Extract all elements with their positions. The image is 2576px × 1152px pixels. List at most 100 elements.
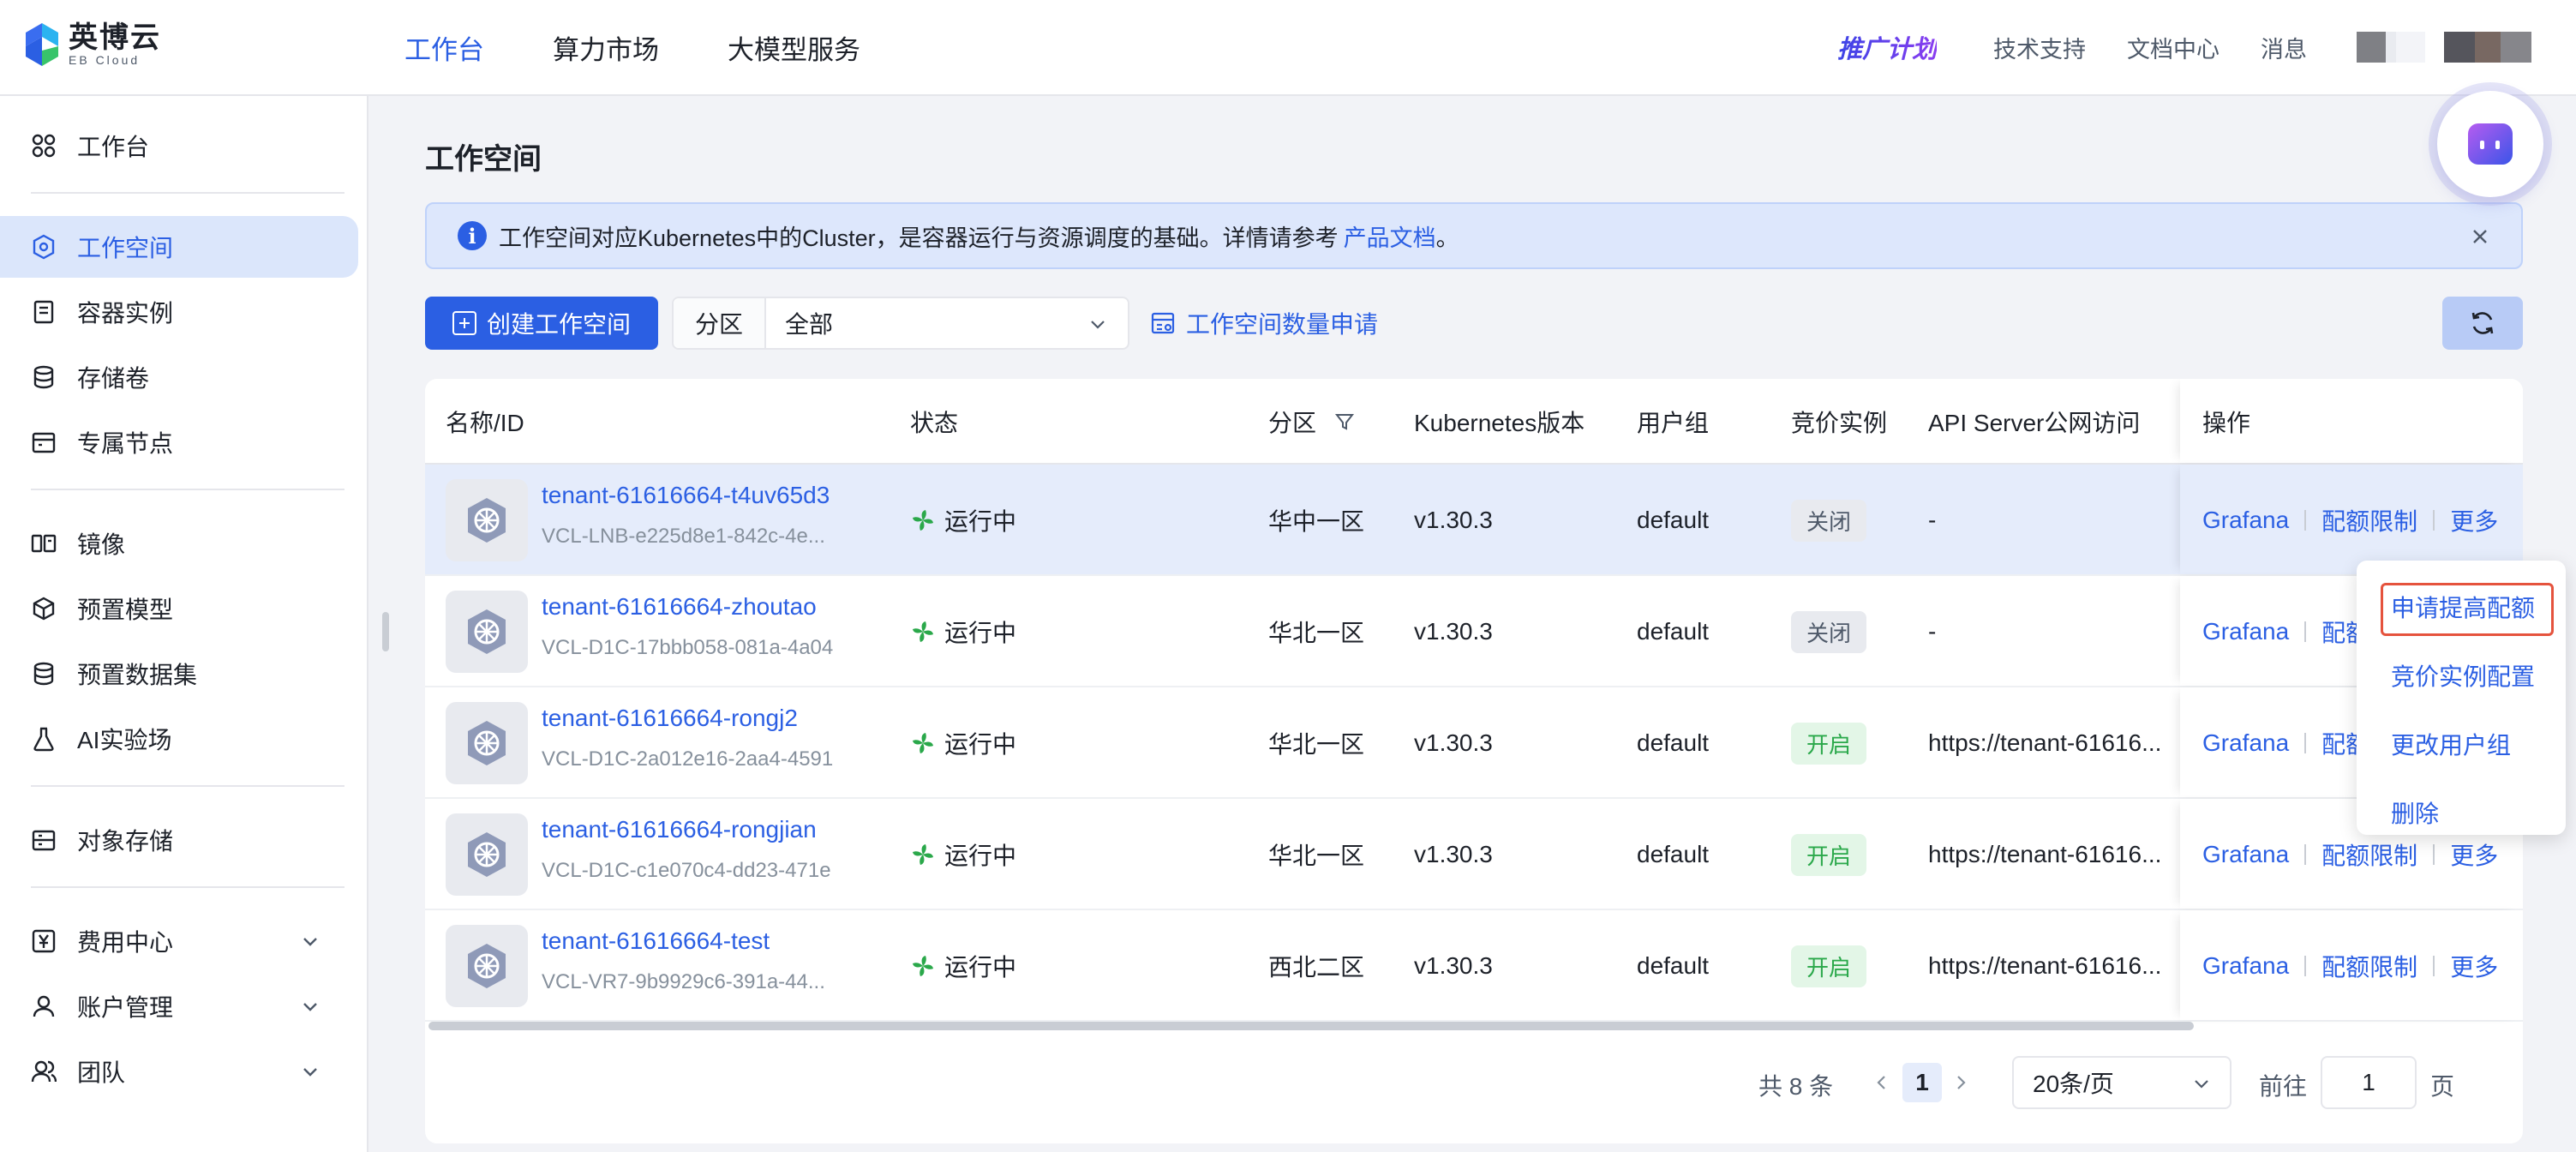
table-row[interactable]: tenant-61616664-rongj2 VCL-D1C-2a012e16-2… xyxy=(425,687,2523,799)
workspace-name-link[interactable]: tenant-61616664-rongjian xyxy=(542,816,831,843)
sidebar-item-dedicated-node[interactable]: 专属节点 xyxy=(0,411,358,473)
page-number-current[interactable]: 1 xyxy=(1902,1063,1942,1102)
product-docs-link[interactable]: 产品文档 xyxy=(1344,219,1436,253)
refresh-button[interactable] xyxy=(2442,297,2523,350)
grafana-link[interactable]: Grafana xyxy=(2202,952,2289,980)
sidebar-item-label: AI实验场 xyxy=(77,727,172,753)
info-icon: i xyxy=(458,221,487,250)
topmenu-compute-market[interactable]: 算力市场 xyxy=(553,28,659,67)
docs-center-link[interactable]: 文档中心 xyxy=(2127,31,2220,64)
user-icon xyxy=(31,993,57,1019)
more-actions-link[interactable]: 更多 xyxy=(2450,503,2498,537)
workspace-name-link[interactable]: tenant-61616664-zhoutao xyxy=(542,593,833,621)
prev-page-icon[interactable] xyxy=(1870,1070,1892,1095)
sidebar-item-ai-lab[interactable]: AI实验场 xyxy=(0,708,358,770)
menu-item-change-user-group[interactable]: 更改用户组 xyxy=(2357,710,2566,778)
ai-assistant-button[interactable] xyxy=(2437,91,2543,197)
workspace-name-link[interactable]: tenant-61616664-test xyxy=(542,927,825,955)
sidebar-item-account[interactable]: 账户管理 xyxy=(0,975,358,1037)
topmenu-llm-service[interactable]: 大模型服务 xyxy=(728,28,860,67)
table-row[interactable]: tenant-61616664-t4uv65d3 VCL-LNB-e225d8e1… xyxy=(425,465,2523,576)
spot-cell: 开启 xyxy=(1791,799,1867,910)
horizontal-scrollbar-thumb[interactable] xyxy=(428,1022,2194,1030)
grafana-link[interactable]: Grafana xyxy=(2202,729,2289,757)
api-server-cell: - xyxy=(1928,507,1937,533)
tech-support-link[interactable]: 技术支持 xyxy=(1993,31,2086,64)
running-status-icon xyxy=(913,733,933,753)
goto-page-input[interactable] xyxy=(2321,1056,2417,1109)
plus-square-icon xyxy=(452,311,476,335)
sidebar-item-preset-dataset[interactable]: 预置数据集 xyxy=(0,643,358,705)
sidebar-item-label: 工作台 xyxy=(77,134,150,160)
brand-logo[interactable]: 英博云 EB Cloud xyxy=(24,19,161,70)
workspace-id: VCL-D1C-2a012e16-2aa4-4591 xyxy=(542,747,834,771)
cluster-wheel-icon xyxy=(446,591,528,673)
yen-icon xyxy=(31,928,57,954)
create-workspace-button[interactable]: 创建工作空间 xyxy=(425,297,658,350)
zone-filter-select[interactable]: 分区 全部 xyxy=(672,297,1129,350)
grafana-link[interactable]: Grafana xyxy=(2202,507,2289,534)
menu-item-request-quota-increase[interactable]: 申请提高配额 xyxy=(2357,573,2566,641)
workspace-name-link[interactable]: tenant-61616664-rongj2 xyxy=(542,705,833,732)
user-group-cell: default xyxy=(1637,618,1710,645)
filter-icon[interactable] xyxy=(1333,411,1356,433)
close-icon[interactable] xyxy=(2465,221,2495,252)
table-row[interactable]: tenant-61616664-zhoutao VCL-D1C-17bbb058-… xyxy=(425,576,2523,687)
workspace-quota-request-link[interactable]: 工作空间数量申请 xyxy=(1150,297,1378,350)
cluster-wheel-icon xyxy=(446,925,528,1007)
menu-item-spot-instance-config[interactable]: 竞价实例配置 xyxy=(2357,641,2566,710)
goto-label: 前往 xyxy=(2259,1073,2308,1100)
spot-cell: 开启 xyxy=(1791,910,1867,1022)
col-header-name: 名称/ID xyxy=(446,410,524,436)
grafana-link[interactable]: Grafana xyxy=(2202,618,2289,645)
user-group-cell: default xyxy=(1637,729,1710,756)
quota-limit-link[interactable]: 配额限制 xyxy=(2321,949,2417,983)
node-icon xyxy=(31,429,57,455)
sidebar-item-billing[interactable]: 费用中心 xyxy=(0,910,358,972)
sidebar-item-volume[interactable]: 存储卷 xyxy=(0,346,358,408)
sidebar-resize-handle[interactable] xyxy=(382,612,389,651)
top-right-links: 推广计划 技术支持 文档中心 消息 xyxy=(1837,0,2531,94)
sidebar-divider xyxy=(31,192,344,194)
form-icon xyxy=(1151,312,1175,334)
topmenu-workbench[interactable]: 工作台 xyxy=(404,28,484,67)
database-icon xyxy=(31,364,57,390)
workspace-name-link[interactable]: tenant-61616664-t4uv65d3 xyxy=(542,482,830,509)
status-text: 运行中 xyxy=(944,954,1017,981)
api-server-cell: - xyxy=(1928,618,1937,645)
sidebar-item-workbench[interactable]: 工作台 xyxy=(0,115,358,177)
zone-cell: 西北二区 xyxy=(1268,954,1365,981)
menu-item-delete[interactable]: 删除 xyxy=(2357,778,2566,847)
cluster-icon xyxy=(31,234,57,260)
more-actions-link[interactable]: 更多 xyxy=(2450,949,2498,983)
action-separator xyxy=(2304,844,2307,865)
grafana-link[interactable]: Grafana xyxy=(2202,841,2289,868)
sidebar-item-container[interactable]: 容器实例 xyxy=(0,281,358,343)
sidebar-item-label: 存储卷 xyxy=(77,365,150,392)
sidebar-item-preset-model[interactable]: 预置模型 xyxy=(0,578,358,639)
sidebar-item-workspace[interactable]: 工作空间 xyxy=(0,216,358,278)
zone-filter-label: 分区 xyxy=(674,298,766,348)
sidebar-divider xyxy=(31,785,344,787)
status-text: 运行中 xyxy=(944,731,1017,758)
notice-text: 工作空间对应Kubernetes中的Cluster，是容器运行与资源调度的基础。… xyxy=(499,225,1339,251)
container-icon xyxy=(31,299,57,325)
promo-link[interactable]: 推广计划 xyxy=(1837,29,1937,65)
table-row[interactable]: tenant-61616664-rongjian VCL-D1C-c1e070c4… xyxy=(425,799,2523,910)
sidebar-item-team[interactable]: 团队 xyxy=(0,1041,358,1102)
user-group-cell: default xyxy=(1637,841,1710,867)
messages-link[interactable]: 消息 xyxy=(2261,31,2307,64)
ops-column-header: 操作 xyxy=(2180,379,2523,463)
sidebar-item-label: 专属节点 xyxy=(77,430,174,457)
col-header-user-group: 用户组 xyxy=(1637,410,1710,436)
user-avatar-redacted[interactable] xyxy=(2357,32,2531,63)
page-size-select[interactable]: 20条/页 xyxy=(2012,1056,2232,1109)
create-workspace-label: 创建工作空间 xyxy=(486,311,631,338)
quota-limit-link[interactable]: 配额限制 xyxy=(2321,503,2417,537)
sidebar-item-image[interactable]: 镜像 xyxy=(0,513,358,574)
table-row[interactable]: tenant-61616664-test VCL-VR7-9b9929c6-391… xyxy=(425,910,2523,1022)
sidebar-item-object-storage[interactable]: 对象存储 xyxy=(0,809,358,871)
col-header-actions: 操作 xyxy=(2202,410,2251,436)
col-header-zone: 分区 xyxy=(1268,379,1356,465)
next-page-icon[interactable] xyxy=(1950,1070,1973,1095)
